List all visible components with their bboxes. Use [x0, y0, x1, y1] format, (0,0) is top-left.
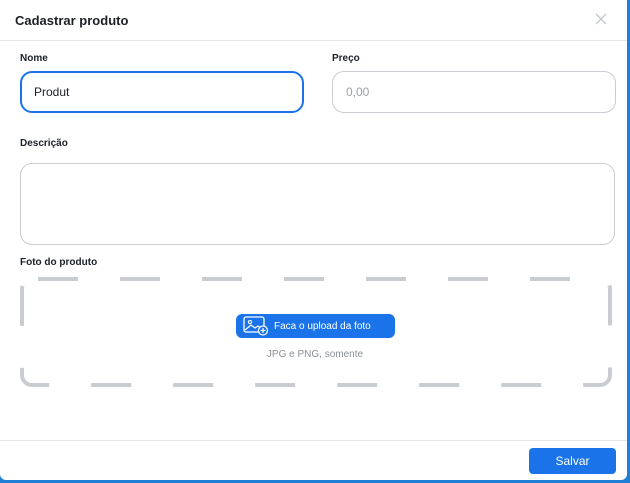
- name-label: Nome: [20, 53, 48, 64]
- close-icon[interactable]: [592, 10, 610, 28]
- product-modal: Cadastrar produto Nome Preço Descrição F…: [0, 0, 627, 480]
- save-button[interactable]: Salvar: [529, 448, 616, 474]
- footer-divider: [0, 440, 627, 441]
- image-add-icon: [243, 316, 269, 336]
- description-label: Descrição: [20, 138, 68, 149]
- price-input[interactable]: [332, 71, 616, 113]
- upload-photo-button[interactable]: Faca o upload da foto: [236, 314, 395, 338]
- modal-header: Cadastrar produto: [0, 0, 627, 41]
- price-label: Preço: [332, 53, 360, 64]
- modal-title: Cadastrar produto: [15, 13, 129, 28]
- name-input[interactable]: [20, 71, 304, 113]
- photo-label: Foto do produto: [20, 257, 98, 268]
- description-input[interactable]: [20, 163, 615, 245]
- file-type-hint: JPG e PNG, somente: [266, 349, 364, 360]
- upload-photo-label: Faca o upload da foto: [274, 320, 371, 332]
